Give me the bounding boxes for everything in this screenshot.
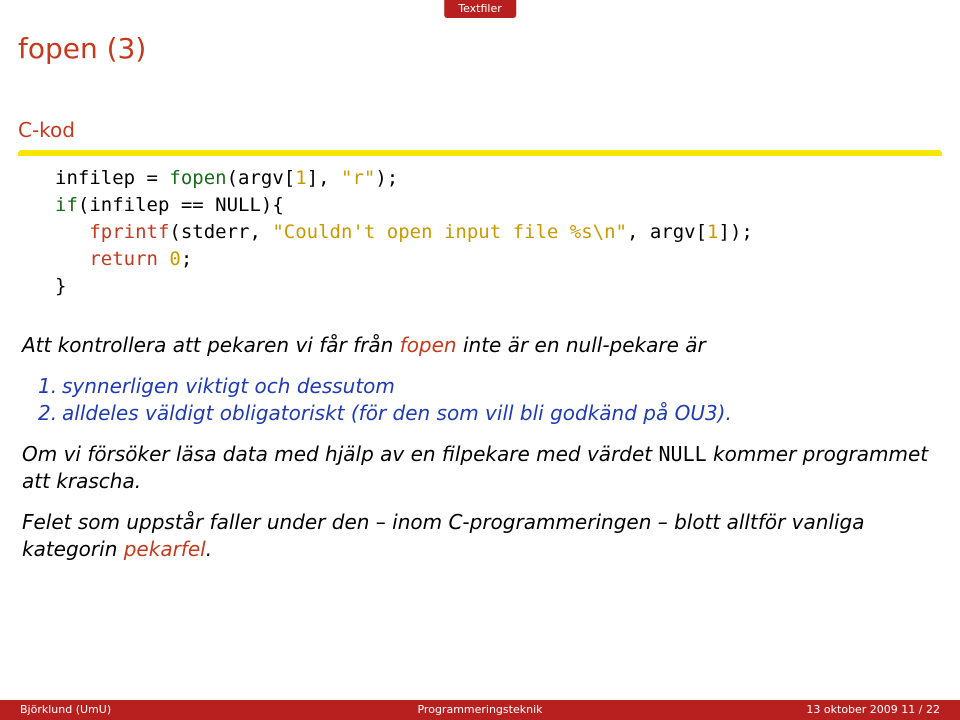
code-l5: }	[55, 275, 66, 297]
code-l1-c: ],	[307, 167, 341, 189]
slide-title: fopen (3)	[18, 32, 146, 65]
code-l1-d: );	[375, 167, 398, 189]
code-l3-str: "Couldn't open input file %s\n"	[272, 221, 627, 243]
section-tab: Textfiler	[444, 0, 516, 18]
code-l3-fprintf: fprintf	[89, 221, 169, 243]
code-l1-str: "r"	[341, 167, 375, 189]
p3-pekarfel: pekarfel	[124, 537, 206, 561]
footer-notch-2	[627, 690, 655, 700]
code-l1-num1: 1	[295, 167, 306, 189]
code-l1-fopen: fopen	[169, 167, 226, 189]
code-l3-a: (stderr,	[169, 221, 272, 243]
p1-a: Att kontrollera att pekaren vi får från	[22, 333, 400, 357]
p1-fopen: fopen	[400, 333, 457, 357]
code-block-title: C-kod	[18, 118, 75, 142]
body-text: Att kontrollera att pekaren vi får från …	[22, 332, 930, 577]
footer-notch-1	[315, 690, 343, 700]
code-l4-a: ;	[181, 248, 192, 270]
code-l3-num: 1	[707, 221, 718, 243]
code-l1-a: infilep =	[55, 167, 169, 189]
code-l2-a: (infilep == NULL){	[78, 194, 284, 216]
li2-number: 2.	[38, 400, 62, 427]
code-l3-c: ]);	[719, 221, 753, 243]
code-block-bar	[18, 150, 942, 156]
footer-bar: Björklund (UmU) Programmeringsteknik 13 …	[0, 700, 960, 720]
code-block: infilep = fopen(argv[1], "r"); if(infile…	[55, 165, 920, 300]
p3-b: .	[206, 537, 212, 561]
li2-text: alldeles väldigt obligatoriskt (för den …	[62, 400, 732, 427]
code-l3-b: , argv[	[627, 221, 707, 243]
li1-text: synnerligen viktigt och dessutom	[62, 373, 395, 400]
p2-null: NULL	[658, 442, 706, 466]
code-l2-if: if	[55, 194, 78, 216]
p1-b: inte är en null-pekare är	[457, 333, 706, 357]
footer-course: Programmeringsteknik	[417, 703, 542, 716]
code-l4-return: return	[89, 248, 158, 270]
footer-author: Björklund (UmU)	[20, 703, 111, 716]
code-l1-b: (argv[	[227, 167, 296, 189]
footer-date-page: 13 oktober 2009 11 / 22	[806, 703, 940, 716]
p2-a: Om vi försöker läsa data med hjälp av en…	[22, 442, 658, 466]
code-l4-num: 0	[169, 248, 180, 270]
code-l4-sp	[158, 248, 169, 270]
li1-number: 1.	[38, 373, 62, 400]
